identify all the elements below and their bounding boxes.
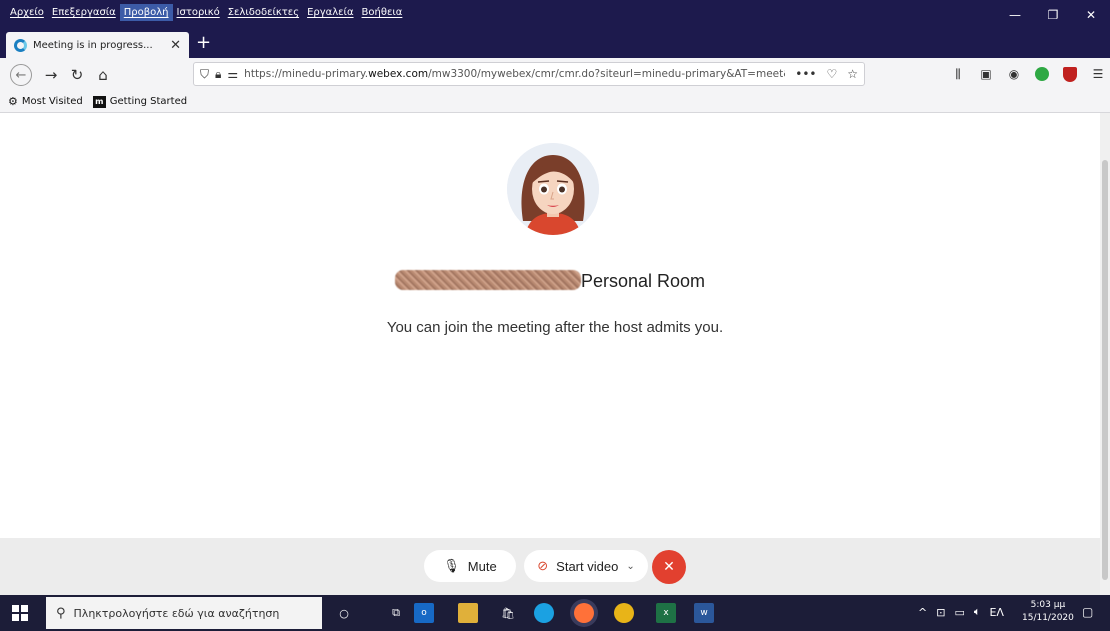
windows-taskbar: ⚲ Πληκτρολογήστε εδώ για αναζήτηση ○ ⧉ o… [0,595,1110,631]
network-icon[interactable]: ⊡ [936,606,945,619]
edge-icon[interactable] [534,603,554,623]
forward-icon[interactable]: → [42,64,60,86]
start-video-button[interactable]: ⊘ Start video ⌄ [524,550,648,582]
avatar-illustration-icon [507,143,599,235]
bookmarks-toolbar: ⚙ Most Visited m Getting Started [0,91,1110,113]
bookmark-most-visited[interactable]: ⚙ Most Visited [8,95,83,108]
file-explorer-icon[interactable] [458,603,478,623]
toolbar-right: ⫼ ▣ ◉ ☰ [950,66,1106,82]
gear-icon: ⚙ [8,95,18,108]
clock-time: 5:03 μμ [1030,600,1066,610]
getting-started-icon: m [92,95,106,108]
webex-favicon-icon [14,38,27,52]
tab-meeting[interactable]: Meeting is in progress... ✕ [6,32,189,58]
taskbar-search[interactable]: ⚲ Πληκτρολογήστε εδώ για αναζήτηση [46,597,322,629]
mute-button[interactable]: 🎙︎ Mute [424,550,516,582]
chrome-icon[interactable] [614,603,634,623]
url-bar[interactable]: ⛉ 🔒︎ ⚌ https://minedu-primary.webex.com/… [193,62,865,86]
reload-icon[interactable]: ↻ [68,64,86,86]
redacted-host-name [394,270,581,290]
tab-close-icon[interactable]: ✕ [170,38,181,53]
close-icon: ✕ [663,559,675,575]
scrollbar-thumb[interactable] [1102,160,1108,580]
search-icon: ⚲ [56,605,66,621]
leave-meeting-button[interactable]: ✕ [652,550,686,584]
volume-icon[interactable]: 🔈︎ [974,605,981,619]
window-titlebar: Αρχείο Επεξεργασία Προβολή Ιστορικό Σελι… [0,0,1110,30]
room-title: Personal Room [0,270,1100,292]
menu-help[interactable]: Βοήθεια [358,4,407,21]
chevron-down-icon[interactable]: ⌄ [626,561,634,572]
excel-icon[interactable]: x [656,603,676,623]
tab-title: Meeting is in progress... [33,39,153,51]
library-icon[interactable]: ⫼ [950,66,966,82]
window-controls: — ❐ ✕ [996,0,1110,30]
menu-bar: Αρχείο Επεξεργασία Προβολή Ιστορικό Σελι… [6,4,406,21]
sidebar-icon[interactable]: ▣ [978,66,994,82]
navigation-bar: ← → ↻ ⌂ ⛉ 🔒︎ ⚌ https://minedu-primary.we… [0,58,1110,91]
menu-tools[interactable]: Εργαλεία [303,4,357,21]
new-tab-icon[interactable]: + [196,32,211,53]
permissions-icon[interactable]: ⚌ [227,67,238,81]
outlook-icon[interactable]: o [414,603,434,623]
account-icon[interactable]: ◉ [1006,66,1022,82]
menu-view[interactable]: Προβολή [119,4,173,21]
tab-strip: Meeting is in progress... ✕ + [0,30,1110,58]
lock-icon[interactable]: 🔒︎ [215,67,221,82]
battery-icon[interactable]: ▭ [954,606,964,619]
home-icon[interactable]: ⌂ [94,64,112,86]
extension-icon[interactable] [1034,66,1050,82]
back-icon[interactable]: ← [10,64,32,86]
tracking-shield-icon[interactable]: ⛉ [200,67,209,82]
pocket-icon[interactable]: ♡ [826,67,837,81]
firefox-icon[interactable] [574,603,594,623]
system-tray: ^ ⊡ ▭ 🔈︎ ΕΛ [918,605,1004,619]
clock-date: 15/11/2020 [1022,613,1074,623]
menu-bookmarks[interactable]: Σελιδοδείκτες [224,4,303,21]
menu-history[interactable]: Ιστορικό [173,4,224,21]
avatar [507,143,599,235]
language-indicator[interactable]: ΕΛ [989,606,1003,619]
menu-edit[interactable]: Επεξεργασία [48,4,120,21]
webex-lobby-page: Personal Room You can join the meeting a… [0,113,1100,595]
windows-start-icon[interactable] [10,603,30,623]
page-actions-icon[interactable]: ••• [795,67,816,81]
close-window-icon[interactable]: ✕ [1072,0,1110,30]
waiting-message: You can join the meeting after the host … [386,319,724,336]
minimize-icon[interactable]: — [996,0,1034,30]
video-off-icon: ⊘ [537,558,549,573]
microphone-icon: 🎙︎ [443,558,460,573]
taskbar-clock[interactable]: 5:03 μμ 15/11/2020 [1022,599,1074,625]
bookmark-getting-started[interactable]: m Getting Started [92,95,187,108]
meeting-control-bar: 🎙︎ Mute ⊘ Start video ⌄ ✕ [0,538,1100,595]
notifications-icon[interactable]: ▢ [1082,605,1093,619]
url-text[interactable]: https://minedu-primary.webex.com/mw3300/… [244,68,785,80]
store-icon[interactable]: 🛍︎ [498,603,518,623]
ublock-icon[interactable] [1062,66,1078,82]
menu-icon[interactable]: ☰ [1090,66,1106,82]
cortana-icon[interactable]: ○ [334,603,354,623]
word-icon[interactable]: w [694,603,714,623]
menu-file[interactable]: Αρχείο [6,4,48,21]
bookmark-star-icon[interactable]: ☆ [847,67,858,81]
restore-icon[interactable]: ❐ [1034,0,1072,30]
task-view-icon[interactable]: ⧉ [386,603,406,623]
chevron-up-icon[interactable]: ^ [918,606,927,619]
